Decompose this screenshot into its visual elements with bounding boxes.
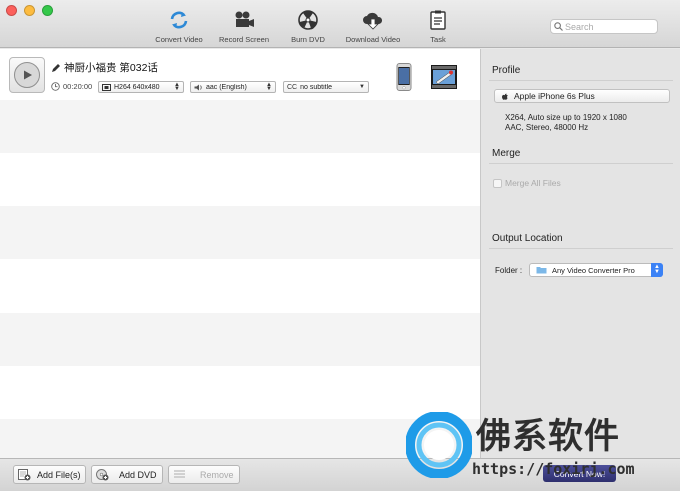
subtitle-select[interactable]: CC no subtitle ▼ [283, 81, 369, 93]
video-camera-icon [232, 9, 256, 31]
profile-desc-video: X264, Auto size up to 1920 x 1080 [505, 113, 627, 122]
convert-now-button[interactable]: Convert Now! [543, 465, 616, 482]
remove-list-icon [174, 469, 185, 478]
duration-value: 00:20:00 [63, 82, 93, 91]
search-icon [554, 22, 563, 31]
download-video-button[interactable]: Download Video [338, 9, 408, 44]
pencil-icon[interactable] [51, 63, 61, 73]
bottom-bar: Add File(s) Add DVD Remove Convert Now! [0, 458, 680, 491]
add-files-button[interactable]: Add File(s) [13, 465, 86, 484]
close-window-button[interactable] [6, 5, 17, 16]
record-screen-label: Record Screen [218, 35, 270, 44]
clock-icon [51, 82, 60, 91]
convert-refresh-icon [167, 9, 191, 31]
duration: 00:20:00 [51, 82, 92, 91]
output-folder-value: Any Video Converter Pro [552, 265, 635, 275]
audio-track-select[interactable]: aac (English) ▲ ▼ [190, 81, 276, 93]
merge-all-checkbox[interactable]: Merge All Files [493, 178, 561, 188]
task-button[interactable]: Task [403, 9, 473, 44]
add-dvd-label: Add DVD [119, 469, 157, 480]
file-title: 神厨小福贵 第032话 [64, 62, 158, 74]
record-screen-button[interactable]: Record Screen [209, 9, 279, 44]
window-controls [6, 5, 53, 16]
file-list: 神厨小福贵 第032话 00:20:00 H264 640x480 ▲ ▼ aac… [0, 49, 481, 458]
burn-dvd-label: Burn DVD [291, 35, 325, 44]
video-format-select[interactable]: H264 640x480 ▲ ▼ [98, 81, 184, 93]
search-input[interactable] [565, 21, 655, 32]
search-field[interactable] [550, 19, 658, 34]
divider [489, 248, 673, 249]
profile-description: X264, Auto size up to 1920 x 1080 AAC, S… [505, 113, 627, 133]
checkbox-box[interactable] [493, 178, 502, 188]
minimize-window-button[interactable] [24, 5, 35, 16]
empty-row-stripe [0, 206, 480, 259]
add-files-label: Add File(s) [37, 469, 81, 480]
empty-row-stripe [0, 313, 480, 366]
radiation-icon [296, 9, 320, 31]
add-file-icon [18, 468, 31, 480]
add-dvd-button[interactable]: Add DVD [91, 465, 163, 484]
zoom-window-button[interactable] [42, 5, 53, 16]
output-location-heading: Output Location [492, 233, 563, 244]
profile-heading: Profile [492, 65, 521, 76]
file-item[interactable]: 神厨小福贵 第032话 00:20:00 H264 640x480 ▲ ▼ aac… [0, 49, 480, 100]
output-folder-select[interactable]: Any Video Converter Pro ▲ ▼ [529, 263, 663, 277]
stepper-arrows-icon: ▲ ▼ [651, 263, 663, 277]
divider [489, 163, 673, 164]
edit-video-icon[interactable] [430, 64, 458, 93]
convert-video-label: Convert Video [155, 35, 203, 44]
merge-all-label: Merge All Files [505, 178, 561, 188]
empty-row-stripe [0, 100, 480, 153]
stepper-arrows-icon: ▲ ▼ [266, 82, 272, 92]
folder-icon [536, 267, 547, 274]
clipboard-icon [426, 9, 450, 31]
video-format-value: H264 640x480 [114, 83, 160, 91]
film-icon [102, 83, 111, 91]
convert-video-button[interactable]: Convert Video [144, 9, 214, 44]
subtitle-value: no subtitle [300, 83, 333, 91]
burn-dvd-button[interactable]: Burn DVD [273, 9, 343, 44]
remove-label: Remove [200, 469, 234, 480]
video-thumbnail[interactable] [9, 57, 45, 93]
cloud-download-icon [361, 9, 385, 31]
download-video-label: Download Video [345, 35, 401, 44]
profile-select[interactable]: Apple iPhone 6s Plus [494, 89, 670, 103]
add-dvd-icon [96, 468, 109, 480]
remove-button[interactable]: Remove [168, 465, 240, 484]
task-label: Task [430, 35, 446, 44]
divider [489, 80, 673, 81]
profile-value: Apple iPhone 6s Plus [514, 91, 595, 101]
cc-icon: CC [287, 83, 298, 91]
merge-heading: Merge [492, 148, 521, 159]
speaker-icon [194, 84, 202, 90]
toolbar: Convert Video Record Screen Burn DVD Dow… [0, 0, 680, 48]
audio-track-value: aac (English) [206, 83, 247, 91]
apple-icon [502, 93, 509, 100]
file-title-row: 神厨小福贵 第032话 [51, 60, 158, 75]
folder-label: Folder : [495, 266, 523, 275]
dropdown-arrow-icon: ▼ [359, 84, 365, 90]
settings-panel: Profile Apple iPhone 6s Plus X264, Auto … [481, 49, 680, 458]
play-icon [14, 62, 40, 88]
empty-row-stripe [0, 419, 480, 458]
iphone-device-icon[interactable] [396, 63, 412, 94]
stepper-arrows-icon: ▲ ▼ [174, 82, 180, 92]
profile-desc-audio: AAC, Stereo, 48000 Hz [505, 123, 589, 132]
